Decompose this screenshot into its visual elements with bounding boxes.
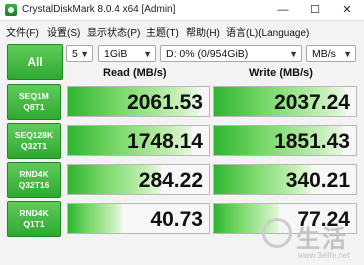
row-label-line1: RND4K xyxy=(19,208,49,218)
test-rnd4k-q1t1-button[interactable]: RND4K Q1T1 xyxy=(7,201,61,237)
row-label-line1: RND4K xyxy=(19,169,49,179)
window-title: CrystalDiskMark 8.0.4 x64 [Admin] xyxy=(22,4,176,15)
menu-display-status[interactable]: 显示状态(P) xyxy=(87,24,140,39)
write-result-cell: 340.21 xyxy=(213,164,357,195)
row-label-line1: SEQ128K xyxy=(14,130,54,140)
chevron-down-icon: ▼ xyxy=(143,49,152,59)
row-label-line2: Q1T1 xyxy=(23,219,45,229)
read-result-cell: 40.73 xyxy=(67,203,210,234)
write-header: Write (MB/s) xyxy=(249,67,313,79)
row-label-line1: SEQ1M xyxy=(19,91,49,101)
watermark-url: www.3elife.net xyxy=(298,251,350,260)
size-select[interactable]: 1GiB ▼ xyxy=(98,45,156,62)
count-select[interactable]: 5 ▼ xyxy=(66,45,93,62)
read-value: 40.73 xyxy=(150,208,203,231)
row-label-line2: Q32T16 xyxy=(18,180,50,190)
menu-settings[interactable]: 设置(S) xyxy=(47,24,80,39)
title-bar: CrystalDiskMark 8.0.4 x64 [Admin] — ☐ ✕ xyxy=(0,0,364,21)
menu-help[interactable]: 帮助(H) xyxy=(186,24,220,39)
unit-select[interactable]: MB/s ▼ xyxy=(306,45,356,62)
read-result-cell: 2061.53 xyxy=(67,86,210,117)
row-label-line2: Q8T1 xyxy=(23,102,45,112)
write-result-cell: 2037.24 xyxy=(213,86,357,117)
write-value: 1851.43 xyxy=(274,130,350,153)
unit-value: MB/s xyxy=(312,48,336,60)
menu-file[interactable]: 文件(F) xyxy=(6,24,39,39)
read-value: 2061.53 xyxy=(127,91,203,114)
minimize-button[interactable]: — xyxy=(268,2,298,18)
all-button[interactable]: All xyxy=(7,44,63,80)
count-value: 5 xyxy=(72,48,78,60)
size-value: 1GiB xyxy=(104,48,128,60)
write-value: 77.24 xyxy=(297,208,350,231)
write-value: 340.21 xyxy=(285,169,350,192)
chevron-down-icon: ▼ xyxy=(80,49,89,59)
write-result-cell: 1851.43 xyxy=(213,125,357,156)
row-label-line2: Q32T1 xyxy=(21,141,47,151)
read-result-cell: 1748.14 xyxy=(67,125,210,156)
close-button[interactable]: ✕ xyxy=(332,2,362,18)
maximize-button[interactable]: ☐ xyxy=(300,2,330,18)
app-icon xyxy=(5,4,17,16)
write-progress-bar xyxy=(214,204,280,233)
menu-theme[interactable]: 主题(T) xyxy=(146,24,179,39)
test-rnd4k-q32t16-button[interactable]: RND4K Q32T16 xyxy=(7,162,61,198)
chevron-down-icon: ▼ xyxy=(289,49,298,59)
write-result-cell: 77.24 xyxy=(213,203,357,234)
read-progress-bar xyxy=(68,204,122,233)
read-result-cell: 284.22 xyxy=(67,164,210,195)
chevron-down-icon: ▼ xyxy=(343,49,352,59)
read-value: 1748.14 xyxy=(127,130,203,153)
write-value: 2037.24 xyxy=(274,91,350,114)
read-header: Read (MB/s) xyxy=(103,67,167,79)
read-value: 284.22 xyxy=(138,169,203,192)
drive-select[interactable]: D: 0% (0/954GiB) ▼ xyxy=(160,45,302,62)
test-seq1m-q8t1-button[interactable]: SEQ1M Q8T1 xyxy=(7,84,61,120)
test-seq128k-q32t1-button[interactable]: SEQ128K Q32T1 xyxy=(7,123,61,159)
drive-value: D: 0% (0/954GiB) xyxy=(166,48,249,60)
menu-language[interactable]: 语言(L)(Language) xyxy=(226,24,309,39)
menu-bar: 文件(F) 设置(S) 显示状态(P) 主题(T) 帮助(H) 语言(L)(La… xyxy=(0,21,364,39)
